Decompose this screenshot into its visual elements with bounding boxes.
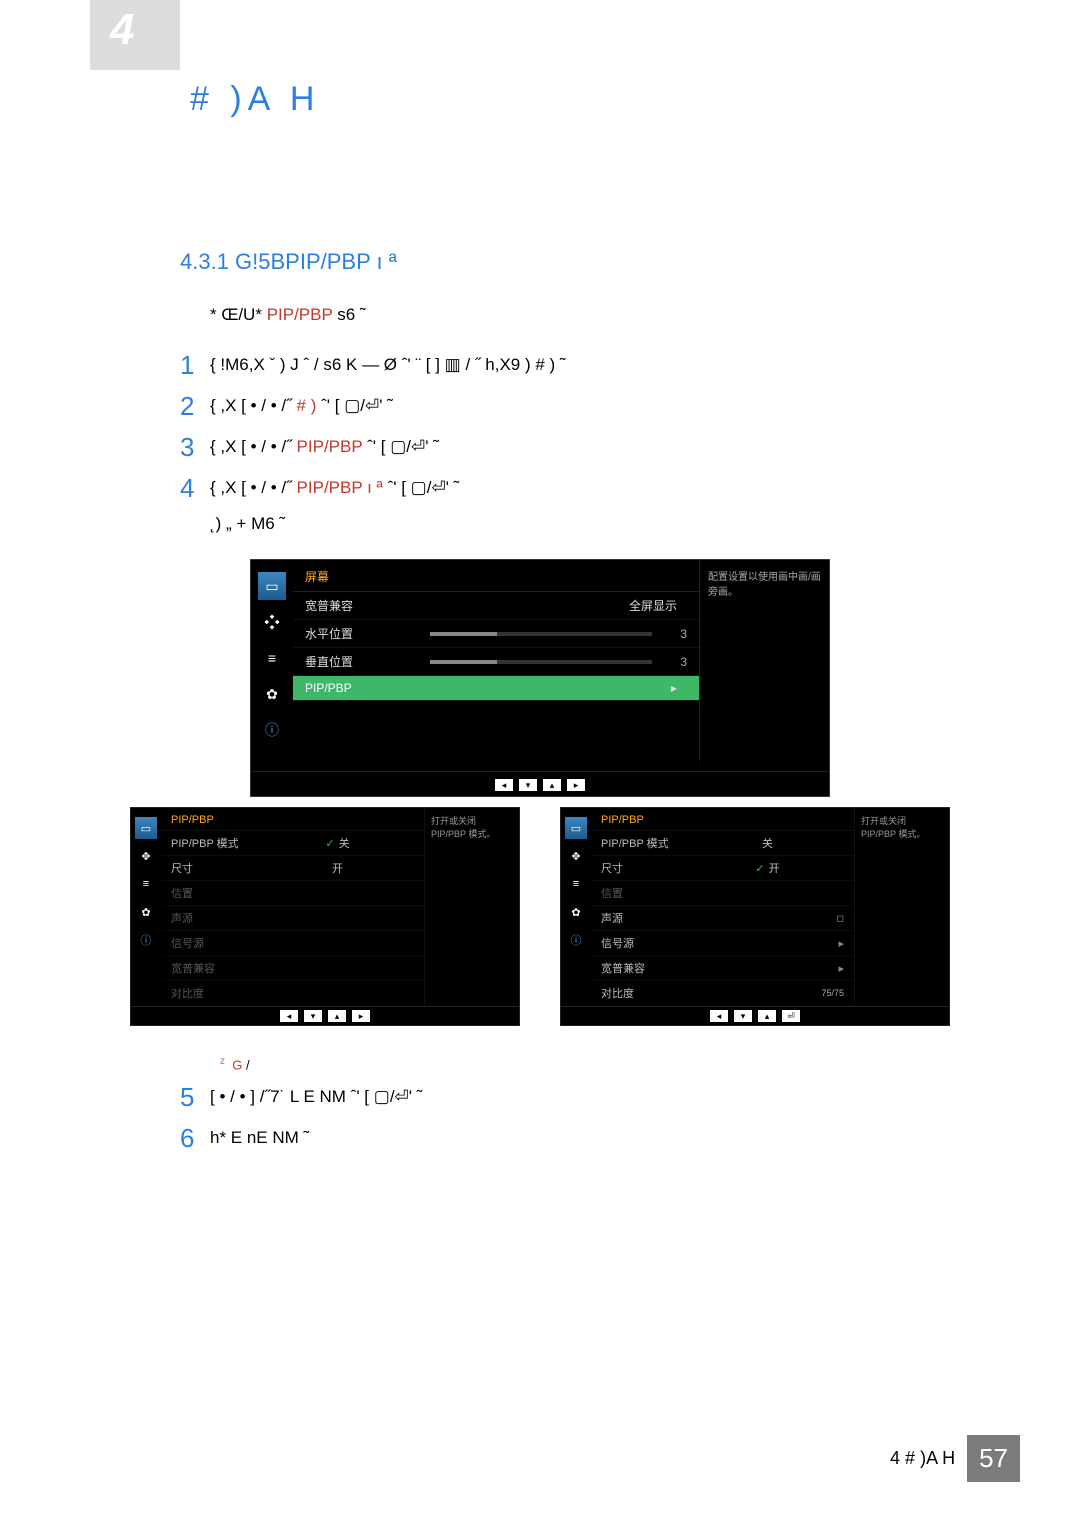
osd-nav[interactable]: ◂ ▾ ▴ ▸ — [251, 771, 829, 796]
step-num: 3 — [180, 432, 210, 463]
step-num: 1 — [180, 350, 210, 381]
osd-row[interactable]: 尺寸 开 — [161, 856, 424, 881]
osd-row[interactable]: PIP/PBP 模式 ✓关 — [161, 831, 424, 856]
sidebar-icon-list[interactable]: ≡ — [258, 644, 286, 672]
sidebar-icon-display[interactable]: ▭ — [258, 572, 286, 600]
step-1: 1 { !M6,X ˇ ) J ˆ / s6 K — Ø ˆ' ¨ [ ] ▥ … — [180, 350, 1020, 381]
step-text: h* E nE NM ˜ — [210, 1123, 309, 1148]
osd-nav[interactable]: ◂▾▴▸ — [131, 1006, 519, 1025]
osd-help: 打开或关闭 PIP/PBP 模式。 — [854, 808, 949, 1006]
osd-row[interactable]: 宽普兼容 全屏显示 — [293, 592, 699, 620]
sidebar-icon-settings[interactable]: ✿ — [565, 901, 587, 923]
sidebar-icon-settings[interactable]: ✿ — [258, 680, 286, 708]
sidebar-icon-list[interactable]: ≡ — [135, 873, 157, 895]
osd-row[interactable]: 垂直位置 3 — [293, 648, 699, 676]
sidebar-icon-info[interactable]: ⓘ — [135, 929, 157, 951]
footer: 4 # )A H 57 — [890, 1435, 1020, 1482]
step-text: { ,X [ • / • /˝ PIP/PBP ı ª ˆ' [ ▢/⏎' ˜ — [210, 473, 459, 498]
intro-pre: * Œ/U* — [210, 305, 267, 324]
intro-colored: PIP/PBP — [267, 305, 333, 324]
intro-line: * Œ/U* PIP/PBP s6 ˜ — [210, 305, 1020, 325]
step-4: 4 { ,X [ • / • /˝ PIP/PBP ı ª ˆ' [ ▢/⏎' … — [180, 473, 1020, 504]
osd-row: 声源 — [161, 906, 424, 931]
nav-right-icon: ▸ — [567, 779, 585, 791]
osd-nav[interactable]: ◂▾▴⏎ — [561, 1006, 949, 1025]
sidebar-icon-list[interactable]: ≡ — [565, 873, 587, 895]
osd-row[interactable]: 尺寸 ✓开 — [591, 856, 854, 881]
osd-small-left: ▭ ✥ ≡ ✿ ⓘ PIP/PBP PIP/PBP 模式 ✓关 尺寸 开 — [130, 807, 520, 1026]
footer-chapter: 4 # )A H — [890, 1448, 955, 1469]
step-6: 6 h* E nE NM ˜ — [180, 1123, 1020, 1154]
osd-row[interactable]: 声源 ◻ — [591, 906, 854, 931]
osd-row: 信号源 — [161, 931, 424, 956]
sidebar-icon-settings[interactable]: ✿ — [135, 901, 157, 923]
sidebar-icon-adjust[interactable]: ✥ — [565, 845, 587, 867]
osd-row: 信置 — [591, 881, 854, 906]
step-num: 2 — [180, 391, 210, 422]
intro-post: s6 ˜ — [337, 305, 365, 324]
section-title: 4.3.1 G!5BPIP/PBP ı ª — [180, 249, 1020, 275]
nav-down-icon: ▾ — [519, 779, 537, 791]
sublabel: ˛) „ + M6 ˜ — [210, 514, 1020, 534]
sidebar-icon-info[interactable]: ⓘ — [258, 716, 286, 744]
footnote: z G / — [220, 1056, 1020, 1072]
osd-title: PIP/PBP — [591, 808, 854, 831]
osd-title: PIP/PBP — [161, 808, 424, 831]
osd-sidebar: ▭ ≡ ✿ ⓘ — [251, 560, 293, 761]
sidebar-icon-adjust[interactable] — [258, 608, 286, 636]
step-2: 2 { ,X [ • / • /˝ # ) ˆ' [ ▢/⏎' ˜ — [180, 391, 1020, 422]
chapter-number: 4 — [110, 5, 134, 55]
osd-row: 对比度 — [161, 981, 424, 1006]
osd-row[interactable]: 宽普兼容 ▸ — [591, 956, 854, 981]
chapter-title: # )A H — [190, 40, 1020, 119]
sidebar-icon-adjust[interactable]: ✥ — [135, 845, 157, 867]
osd-help: 打开或关闭 PIP/PBP 模式。 — [424, 808, 519, 1006]
osd-main: ▭ ≡ ✿ ⓘ 屏幕 宽普兼容 全屏显示 水平位置 3 — [250, 559, 830, 797]
step-text: { !M6,X ˇ ) J ˆ / s6 K — Ø ˆ' ¨ [ ] ▥ / … — [210, 350, 566, 375]
sidebar-icon-display[interactable]: ▭ — [135, 817, 157, 839]
osd-row[interactable]: 水平位置 3 — [293, 620, 699, 648]
sidebar-icon-info[interactable]: ⓘ — [565, 929, 587, 951]
osd-row-selected[interactable]: PIP/PBP ▸ — [293, 676, 699, 701]
step-3: 3 { ,X [ • / • /˝ PIP/PBP ˆ' [ ▢/⏎' ˜ — [180, 432, 1020, 463]
osd-help: 配置设置以使用画中画/画旁画。 — [699, 560, 829, 761]
sidebar-icon-display[interactable]: ▭ — [565, 817, 587, 839]
page-number: 57 — [967, 1435, 1020, 1482]
osd-row[interactable]: 信号源 ▸ — [591, 931, 854, 956]
step-num: 4 — [180, 473, 210, 504]
osd-small-right: ▭ ✥ ≡ ✿ ⓘ PIP/PBP PIP/PBP 模式 关 尺寸 ✓开 — [560, 807, 950, 1026]
osd-row[interactable]: PIP/PBP 模式 关 — [591, 831, 854, 856]
step-5: 5 [ • / • ] /˝7˙ L E NM ˆ' [ ▢/⏎' ˜ — [180, 1082, 1020, 1113]
osd-row: 宽普兼容 — [161, 956, 424, 981]
step-num: 5 — [180, 1082, 210, 1113]
step-text: [ • / • ] /˝7˙ L E NM ˆ' [ ▢/⏎' ˜ — [210, 1082, 422, 1107]
nav-left-icon: ◂ — [495, 779, 513, 791]
nav-up-icon: ▴ — [543, 779, 561, 791]
chapter-tab — [90, 0, 180, 70]
osd-row[interactable]: 对比度 75/75 — [591, 981, 854, 1006]
step-text: { ,X [ • / • /˝ # ) ˆ' [ ▢/⏎' ˜ — [210, 391, 393, 416]
step-text: { ,X [ • / • /˝ PIP/PBP ˆ' [ ▢/⏎' ˜ — [210, 432, 439, 457]
osd-title: 屏幕 — [293, 560, 699, 592]
osd-row: 信置 — [161, 881, 424, 906]
step-num: 6 — [180, 1123, 210, 1154]
